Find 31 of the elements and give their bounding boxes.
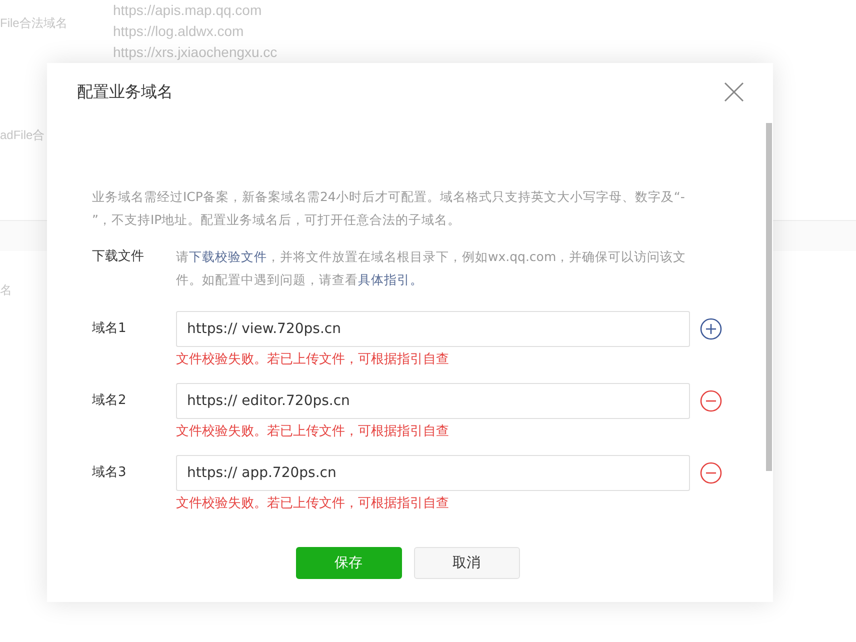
remove-button[interactable] [700, 462, 722, 484]
minus-circle-icon [700, 462, 722, 484]
cancel-button[interactable]: 取消 [414, 547, 520, 579]
plus-circle-icon [700, 318, 722, 340]
close-button[interactable] [723, 81, 745, 103]
add-button[interactable] [700, 318, 722, 340]
error-message: 文件校验失败。若已上传文件，可根据指引自查 [176, 495, 450, 513]
domain-input[interactable]: https:// editor.720ps.cn [176, 383, 690, 419]
error-message: 文件校验失败。若已上传文件，可根据指引自查 [176, 423, 450, 441]
field-label: File合法域名 [0, 15, 68, 32]
field-label: adFile合 [0, 127, 45, 144]
close-icon [723, 81, 745, 103]
error-message: 文件校验失败。若已上传文件，可根据指引自查 [176, 351, 450, 369]
field-label: 下载文件 [92, 248, 145, 266]
instructions: 请下载校验文件，并将文件放置在域名根目录下，例如wx.qq.com，并确保可以访问该文件。如配置中遇到问题，请查看具体指引。 [176, 248, 688, 289]
field-label: 域名2 [92, 392, 128, 410]
domain-input[interactable]: https:// app.720ps.cn [176, 455, 690, 491]
scrollbar[interactable] [766, 123, 772, 471]
link[interactable]: 具体指引。 [358, 272, 423, 287]
domain-url: https://apis.map.qq.com [113, 1, 263, 20]
description: 业务域名需经过ICP备案，新备案域名需24小时后才可配置。域名格式只支持英文大小写字母、数字及“- ”，不支持IP地址。配置业务域名后，可打开任意合法的子域名。 [92, 188, 686, 229]
dialog-title: 配置业务域名 [77, 82, 173, 102]
domain-url: https://xrs.jxiaochengxu.cc [113, 43, 278, 62]
field-label: 名 [0, 282, 12, 299]
field-label: 域名1 [92, 320, 128, 338]
field-label: 域名3 [92, 464, 128, 482]
minus-circle-icon [700, 390, 722, 412]
domain-url: https://log.aldwx.com [113, 22, 245, 41]
remove-button[interactable] [700, 390, 722, 412]
domain-input[interactable]: https:// view.720ps.cn [176, 311, 690, 347]
link[interactable]: 下载校验文件 [189, 249, 267, 264]
